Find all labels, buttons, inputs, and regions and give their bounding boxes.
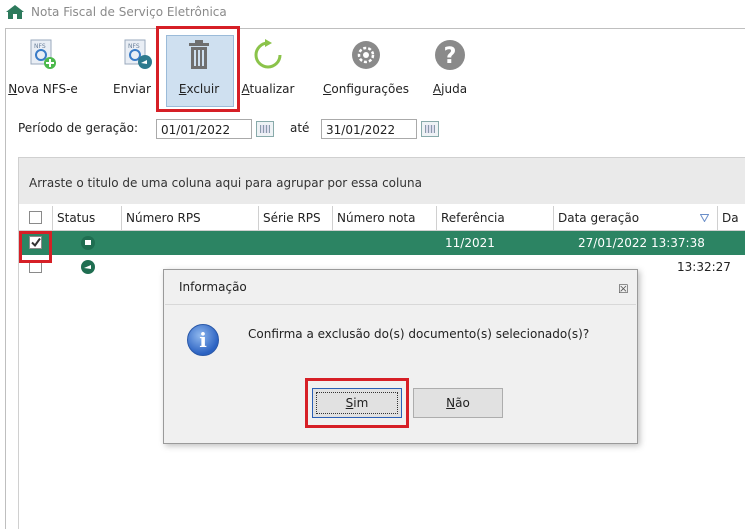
grid-header: Status Número RPS Série RPS Número nota … [19,206,745,231]
no-button[interactable]: Não [413,388,503,418]
new-nfse-icon: NFS [30,39,56,69]
column-serie-rps[interactable]: Série RPS [259,206,333,230]
period-label: Período de geração: [18,121,139,135]
checkbox-highlight-box [19,231,52,263]
dialog-title: Informação [179,280,247,294]
column-data-geracao-label: Data geração [558,211,640,225]
svg-text:NFS: NFS [128,43,140,50]
new-nfse-button[interactable]: NFS Nova NFS-e [7,32,79,104]
info-icon: i [187,324,219,356]
select-all-cell[interactable] [19,206,53,230]
end-date-input[interactable]: 31/01/2022 [321,119,417,139]
group-hint: Arraste o titulo de uma coluna aqui para… [29,176,422,190]
settings-button[interactable]: Configurações [317,32,415,104]
excluir-highlight-box [156,26,240,112]
column-data-cut[interactable]: Da [718,206,745,230]
toolbar: NFS Nova NFS-e NFS Enviar Excluir Atuali… [5,28,745,108]
start-calendar-icon[interactable] [256,121,274,137]
refresh-label: Atualizar [241,82,295,96]
flag-icon [81,236,95,250]
cell-data-geracao: 27/01/2022 13:37:38 [578,236,705,250]
filter-icon[interactable] [700,214,709,222]
sent-arrow-icon [81,260,95,274]
column-data-geracao[interactable]: Data geração [554,206,718,230]
send-label: Enviar [113,82,151,96]
sim-highlight-box [305,378,409,428]
table-row[interactable]: 11/2021 27/01/2022 13:37:38 [19,231,745,255]
until-label: até [290,121,310,135]
column-referencia[interactable]: Referência [437,206,554,230]
home-icon [6,5,24,19]
gear-icon [352,41,380,69]
column-numero-nota[interactable]: Número nota [333,206,437,230]
close-icon[interactable]: ☒ [618,282,629,296]
settings-label: Configurações [323,82,409,96]
end-calendar-icon[interactable] [421,121,439,137]
column-numero-rps[interactable]: Número RPS [122,206,259,230]
help-icon: ? [435,40,465,70]
refresh-button[interactable]: Atualizar [233,32,303,104]
column-status[interactable]: Status [53,206,122,230]
help-label: Ajuda [432,82,468,96]
refresh-icon [254,39,282,69]
cell-referencia: 11/2021 [445,236,495,250]
svg-text:NFS: NFS [34,43,46,50]
help-button[interactable]: ? Ajuda [425,32,475,104]
new-nfse-label: Nova NFS-e [8,82,78,96]
cell-data-geracao: 13:32:27 [677,260,731,274]
select-all-checkbox[interactable] [29,211,42,224]
title-bar: Nota Fiscal de Serviço Eletrônica [0,0,745,24]
start-date-input[interactable]: 01/01/2022 [156,119,252,139]
group-panel[interactable]: Arraste o titulo de uma coluna aqui para… [19,158,745,204]
svg-text:?: ? [444,44,457,69]
send-nfse-icon: NFS [124,39,152,69]
dialog-message: Confirma a exclusão do(s) documento(s) s… [248,327,590,341]
window-title: Nota Fiscal de Serviço Eletrônica [31,5,227,19]
